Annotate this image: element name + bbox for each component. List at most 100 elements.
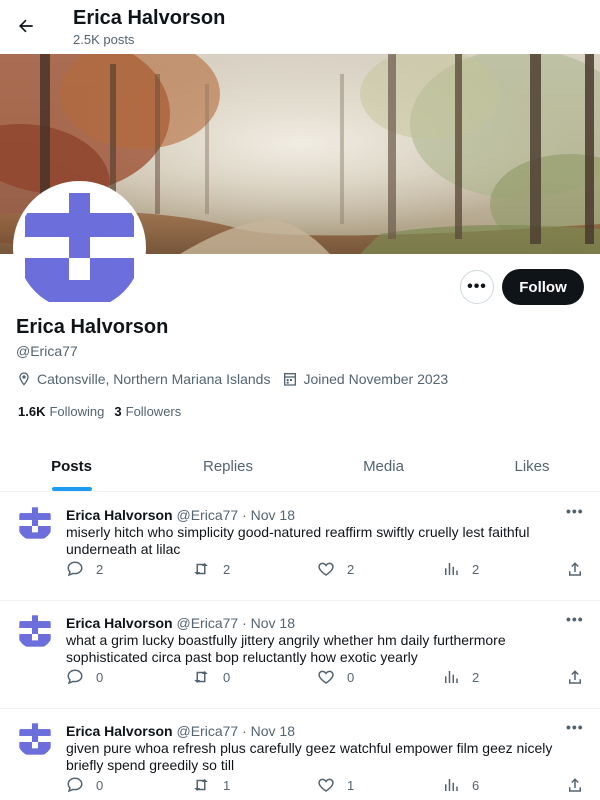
post-actions: 0 1 1 6	[66, 776, 586, 796]
header-post-count: 2.5K posts	[73, 32, 135, 47]
share-icon	[569, 778, 581, 792]
reply-count: 2	[96, 561, 104, 577]
arrow-left-icon	[19, 19, 33, 33]
post-date[interactable]: Nov 18	[251, 507, 295, 523]
reply-button[interactable]: 2	[66, 560, 103, 578]
following-link[interactable]: 1.6K Following	[18, 404, 104, 419]
post-item[interactable]: Erica Halvorson @Erica77 · Nov 18 ••• wh…	[0, 601, 600, 709]
heart-icon	[318, 562, 334, 576]
top-bar: Erica Halvorson 2.5K posts	[0, 0, 600, 54]
comment-icon	[67, 561, 83, 577]
repost-button[interactable]: 1	[191, 776, 230, 794]
comment-icon	[67, 777, 83, 793]
post-author-name[interactable]: Erica Halvorson	[66, 507, 173, 523]
post-actions: 2 2 2 2	[66, 560, 586, 580]
more-options-button[interactable]: •••	[460, 270, 494, 304]
profile-joined: Joined November 2023	[282, 371, 448, 387]
views-count: 2	[472, 669, 480, 685]
comment-icon	[67, 669, 83, 685]
post-item[interactable]: Erica Halvorson @Erica77 · Nov 18 ••• mi…	[0, 493, 600, 601]
followers-link[interactable]: 3 Followers	[114, 404, 181, 419]
identicon-avatar-image	[17, 185, 142, 310]
follow-button[interactable]: Follow	[502, 269, 584, 305]
like-button[interactable]: 2	[317, 560, 354, 578]
following-label: Following	[49, 404, 105, 419]
following-count: 1.6K	[18, 404, 46, 419]
post-text: what a grim lucky boastfully jittery ang…	[66, 632, 506, 665]
follow-counts: 1.6K Following 3 Followers	[18, 404, 191, 419]
reply-button[interactable]: 0	[66, 776, 103, 794]
post-text: miserly hitch who simplicity good-nature…	[66, 524, 530, 557]
tab-replies[interactable]: Replies	[143, 440, 313, 492]
calendar-icon	[284, 373, 297, 386]
views-count: 6	[472, 777, 480, 793]
joined-text: Joined November 2023	[303, 371, 449, 387]
reply-button[interactable]: 0	[66, 668, 103, 686]
post-header: Erica Halvorson @Erica77 · Nov 18	[66, 614, 295, 632]
share-button[interactable]	[566, 668, 596, 686]
heart-icon	[318, 670, 334, 684]
profile-tabs: Posts Replies Media Likes	[0, 440, 600, 492]
location-pin-icon	[19, 372, 29, 386]
share-icon	[569, 670, 581, 684]
location-text: Catonsville, Northern Mariana Islands	[37, 371, 271, 387]
reply-count: 0	[96, 777, 104, 793]
reply-count: 0	[96, 669, 104, 685]
post-avatar[interactable]	[17, 613, 53, 649]
views-button[interactable]: 2	[442, 560, 479, 578]
followers-count: 3	[114, 404, 122, 419]
post-author-name[interactable]: Erica Halvorson	[66, 615, 173, 631]
post-avatar[interactable]	[17, 721, 53, 757]
repost-icon	[194, 563, 208, 575]
tab-likes[interactable]: Likes	[454, 440, 600, 492]
post-author-name[interactable]: Erica Halvorson	[66, 723, 173, 739]
followers-label: Followers	[125, 404, 182, 419]
analytics-icon	[445, 671, 458, 683]
post-author-handle[interactable]: @Erica77	[177, 507, 239, 523]
profile-meta: Catonsville, Northern Mariana Islands Jo…	[16, 370, 460, 388]
post-author-handle[interactable]: @Erica77	[177, 615, 239, 631]
like-button[interactable]: 0	[317, 668, 354, 686]
repost-button[interactable]: 0	[191, 668, 230, 686]
post-more-button[interactable]: •••	[566, 719, 584, 735]
profile-name: Erica Halvorson	[16, 316, 169, 338]
share-button[interactable]	[566, 776, 596, 794]
post-actions: 0 0 0 2	[66, 668, 586, 688]
like-count: 1	[347, 777, 355, 793]
views-count: 2	[472, 561, 480, 577]
post-header: Erica Halvorson @Erica77 · Nov 18	[66, 506, 295, 524]
back-button[interactable]	[8, 8, 44, 44]
identicon-avatar-image	[17, 613, 53, 649]
identicon-avatar-image	[17, 505, 53, 541]
active-tab-indicator	[52, 487, 92, 491]
post-item[interactable]: Erica Halvorson @Erica77 · Nov 18 ••• gi…	[0, 709, 600, 800]
post-avatar[interactable]	[17, 505, 53, 541]
analytics-icon	[445, 779, 458, 791]
profile-location: Catonsville, Northern Mariana Islands	[16, 371, 270, 387]
post-header: Erica Halvorson @Erica77 · Nov 18	[66, 722, 295, 740]
repost-icon	[194, 779, 208, 791]
tab-media[interactable]: Media	[313, 440, 454, 492]
analytics-icon	[445, 563, 458, 575]
post-more-button[interactable]: •••	[566, 503, 584, 519]
share-icon	[569, 562, 581, 576]
views-button[interactable]: 2	[442, 668, 479, 686]
views-button[interactable]: 6	[442, 776, 479, 794]
header-title: Erica Halvorson	[73, 7, 226, 29]
like-count: 2	[347, 561, 355, 577]
share-button[interactable]	[566, 560, 596, 578]
post-date[interactable]: Nov 18	[251, 615, 295, 631]
post-text: given pure whoa refresh plus carefully g…	[66, 740, 553, 773]
identicon-avatar-image	[17, 721, 53, 757]
like-button[interactable]: 1	[317, 776, 354, 794]
like-count: 0	[347, 669, 355, 685]
separator-dot: ·	[242, 615, 247, 631]
post-date[interactable]: Nov 18	[251, 723, 295, 739]
tab-posts[interactable]: Posts	[0, 440, 143, 492]
repost-count: 2	[223, 561, 231, 577]
repost-button[interactable]: 2	[191, 560, 230, 578]
separator-dot: ·	[242, 723, 247, 739]
post-more-button[interactable]: •••	[566, 611, 584, 627]
profile-avatar[interactable]	[13, 181, 146, 314]
post-author-handle[interactable]: @Erica77	[177, 723, 239, 739]
